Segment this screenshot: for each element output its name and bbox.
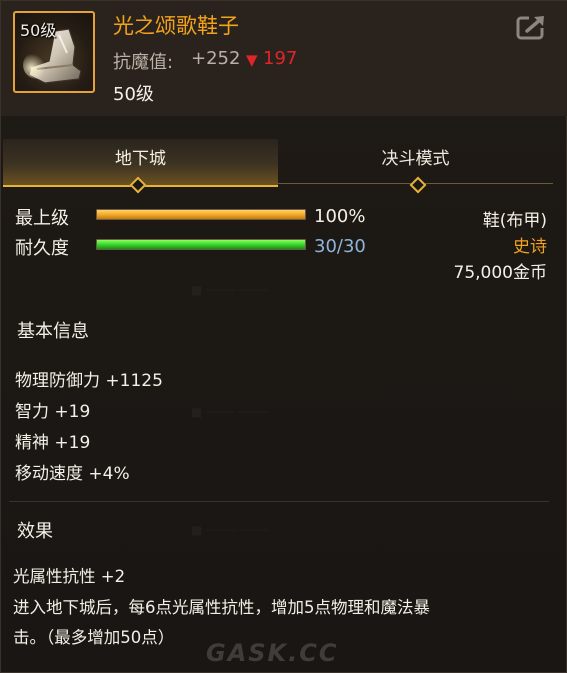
grade-label: 最上级	[15, 208, 69, 229]
item-icon-level: 50级	[20, 21, 57, 40]
item-tooltip: 50级 光之颂歌鞋子 抗魔值: +252 ▼ 197 50级 地下城 决斗模式 …	[0, 0, 567, 673]
grade-bar-fill	[97, 210, 305, 219]
section-divider	[9, 501, 549, 502]
stat-spirit: 精神 +19	[15, 433, 91, 453]
stat-move-speed: 移动速度 +4%	[15, 464, 130, 484]
share-icon	[516, 14, 549, 40]
effect-line: 光属性抗性 +2	[13, 567, 126, 586]
share-button[interactable]	[515, 13, 549, 41]
stat-physical-defense: 物理防御力 +1125	[15, 371, 163, 391]
grade-bar	[96, 209, 306, 220]
stat-intelligence: 智力 +19	[15, 402, 91, 422]
basic-info-title: 基本信息	[17, 321, 89, 342]
effect-title: 效果	[17, 521, 53, 542]
watermark: GASK.CC	[206, 639, 339, 667]
resist-drop-value: 197	[263, 48, 298, 69]
durability-label: 耐久度	[15, 238, 69, 259]
item-icon-frame: 50级	[13, 11, 95, 93]
item-title: 光之颂歌鞋子	[113, 14, 239, 38]
resist-drop-arrow-icon: ▼	[246, 51, 258, 69]
grade-value: 100%	[314, 206, 366, 227]
resist-label: 抗魔值:	[113, 52, 174, 73]
durability-bar	[96, 239, 306, 250]
item-price: 75,000金币	[453, 263, 547, 283]
mode-tabs: 地下城 决斗模式	[1, 139, 567, 194]
tooltip-header: 50级 光之颂歌鞋子 抗魔值: +252 ▼ 197 50级	[1, 1, 567, 116]
required-level: 50级	[113, 84, 154, 105]
durability-bar-fill	[97, 240, 305, 249]
background-ghost-row: ■ ──── ────	[191, 523, 268, 537]
effect-line: 进入地下城后，每6点光属性抗性，增加5点物理和魔法暴	[13, 598, 430, 617]
background-ghost-row: ■ ──── ────	[191, 405, 268, 419]
resist-value: +252	[191, 48, 241, 69]
item-type: 鞋(布甲)	[482, 211, 547, 231]
durability-value: 30/30	[314, 236, 366, 257]
item-rarity: 史诗	[513, 237, 547, 257]
background-ghost-row: ■ ──── ────	[191, 283, 268, 297]
